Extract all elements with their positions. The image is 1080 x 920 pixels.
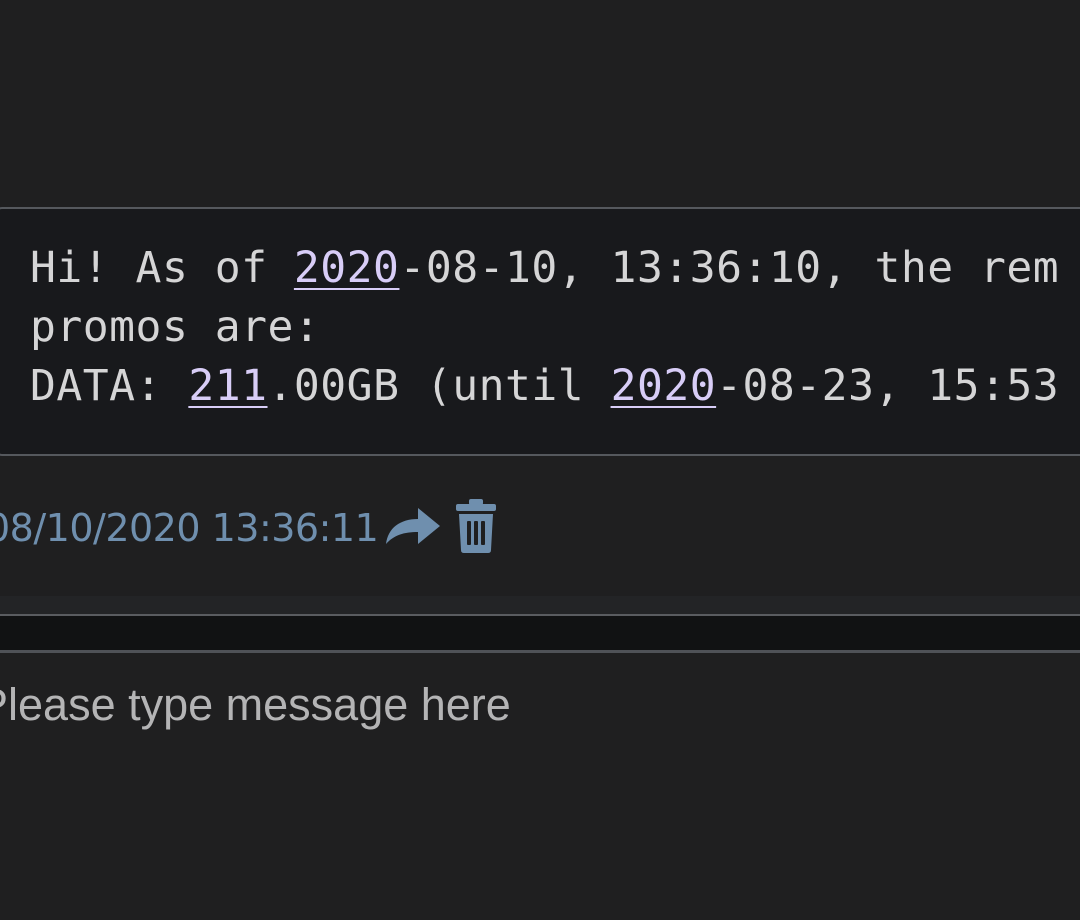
forward-arrow-icon[interactable] — [384, 504, 442, 553]
data-amount-link[interactable]: 211 — [188, 361, 267, 411]
divider — [0, 596, 1080, 616]
message-line-3: DATA: 211.00GB (until 2020-08-23, 15:53 — [30, 361, 1060, 411]
expiry-year-link[interactable]: 2020 — [611, 361, 717, 411]
composer-toolbar — [0, 616, 1080, 653]
message-timestamp: 08/10/2020 13:36:11 — [0, 506, 379, 550]
message-text: Hi! As of 2020-08-10, 13:36:10, the rem … — [30, 239, 1059, 416]
message-meta-row: 08/10/2020 13:36:11 — [0, 493, 498, 563]
message-input[interactable] — [0, 675, 1068, 735]
year-link[interactable]: 2020 — [294, 243, 400, 293]
message-line-1: Hi! As of 2020-08-10, 13:36:10, the rem — [30, 243, 1060, 293]
message-bubble: Hi! As of 2020-08-10, 13:36:10, the rem … — [0, 207, 1080, 456]
trash-icon[interactable] — [454, 497, 498, 560]
message-line-2: promos are: — [30, 302, 321, 352]
composer — [0, 653, 1080, 920]
